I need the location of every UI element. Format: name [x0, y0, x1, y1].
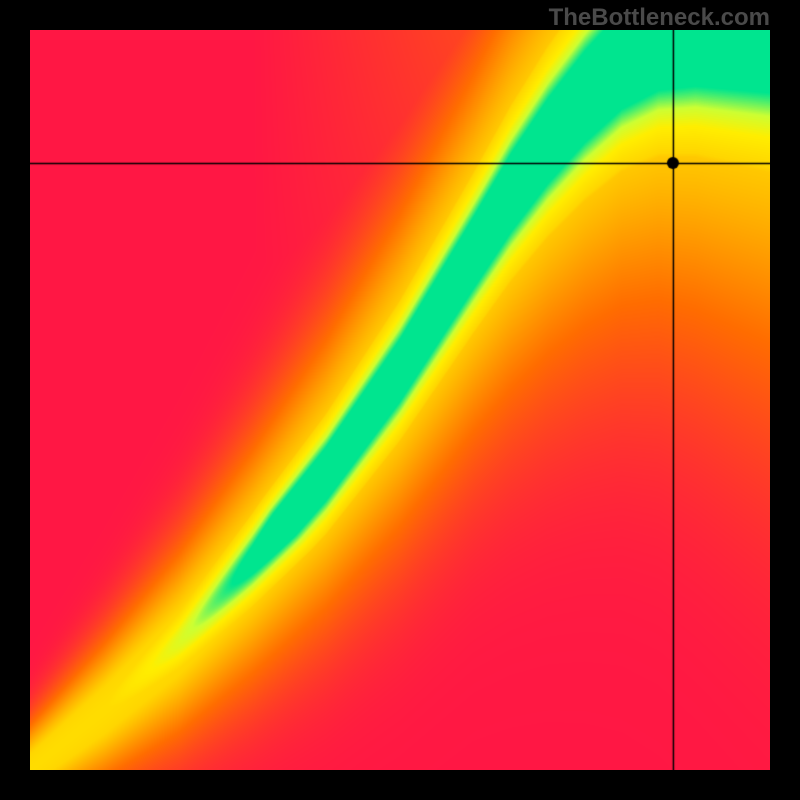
watermark-text: TheBottleneck.com — [549, 4, 770, 32]
chart-frame: TheBottleneck.com — [0, 0, 800, 800]
heatmap-canvas — [30, 30, 770, 770]
